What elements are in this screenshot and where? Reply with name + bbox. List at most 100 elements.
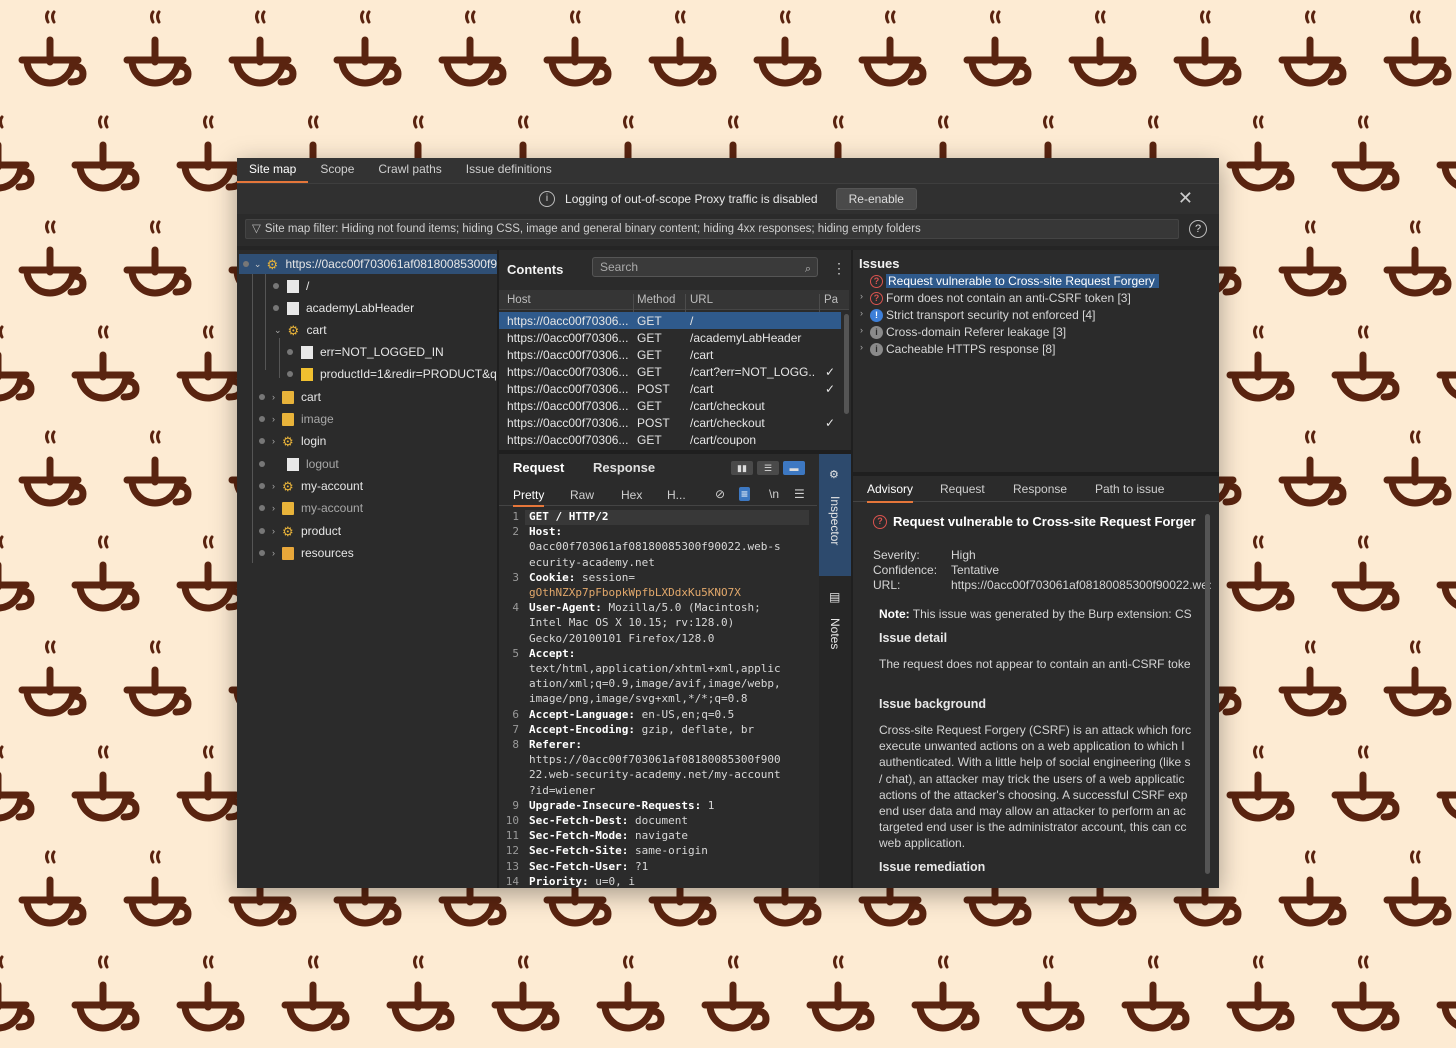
tree-root[interactable]: ⌄ ⚙ https://0acc00f703061af08180085300f9 xyxy=(239,254,497,274)
more-options-icon[interactable]: ⋮ xyxy=(832,260,846,277)
issue-item[interactable]: › i Cross-domain Referer leakage [3] xyxy=(857,325,1207,341)
row-params: ✓ xyxy=(825,416,836,430)
newline-toggle[interactable]: \n xyxy=(769,487,779,501)
tree-item-logout[interactable]: logout xyxy=(259,454,339,474)
notes-label: Notes xyxy=(828,618,842,650)
chevron-right-icon[interactable]: › xyxy=(272,526,275,536)
tab-inspector[interactable]: ⚙ Inspector xyxy=(819,454,851,576)
tab-pretty[interactable]: Pretty xyxy=(513,488,545,507)
header-value: en-US,en;q=0.5 xyxy=(634,707,735,721)
tab-raw[interactable]: Raw xyxy=(570,488,594,505)
issue-item[interactable]: ›? Form does not contain an anti-CSRF tok… xyxy=(857,291,1207,307)
table-row[interactable]: https://0acc00f70306... GET/cart/coupon xyxy=(499,431,841,446)
line-text: Host: xyxy=(529,525,562,538)
scrollbar[interactable] xyxy=(1205,514,1210,874)
chevron-right-icon[interactable]: › xyxy=(272,481,275,491)
column-params[interactable]: Pa xyxy=(824,294,838,306)
code-line: 13 Sec-Fetch-User: ?1 xyxy=(499,860,817,875)
chevron-right-icon[interactable]: › xyxy=(272,414,275,424)
issue-item[interactable]: ? Request vulnerable to Cross-site Reques… xyxy=(857,274,1207,290)
chevron-right-icon[interactable]: › xyxy=(860,342,863,352)
request-editor[interactable]: 1 GET / HTTP/2 2 Host: 0acc00f703061af081800… xyxy=(499,510,817,888)
tree-item-cart-folder[interactable]: › cart xyxy=(259,387,321,407)
tab-response[interactable]: Response xyxy=(593,460,655,475)
notes-icon: ▤ xyxy=(829,590,841,604)
split-vertical-icon[interactable]: ☰ xyxy=(757,461,779,475)
table-row[interactable]: https://0acc00f70306... GET/cart/checkout xyxy=(499,397,841,414)
menu-icon[interactable]: ☰ xyxy=(794,487,805,501)
hide-icon[interactable]: ⊘ xyxy=(715,487,725,501)
chevron-right-icon[interactable]: › xyxy=(860,291,863,301)
chevron-down-icon[interactable]: ⌄ xyxy=(254,259,262,270)
chevron-right-icon[interactable]: › xyxy=(860,325,863,335)
tree-item-root-path[interactable]: / xyxy=(273,276,309,296)
tree-item-err-not-logged-in[interactable]: err=NOT_LOGGED_IN xyxy=(287,342,444,362)
table-row[interactable]: https://0acc00f70306... GET/cart xyxy=(499,346,841,363)
column-method[interactable]: Method xyxy=(637,294,675,306)
table-row[interactable]: https://0acc00f70306... GET/academyLabHea… xyxy=(499,329,841,346)
background-line: end user data and may allow an attacker … xyxy=(879,804,1186,818)
chevron-right-icon[interactable]: › xyxy=(272,548,275,558)
background-line: / chat), an attacker may trick the users… xyxy=(879,771,1185,786)
background-line: authenticated. With a little help of soc… xyxy=(879,755,1191,770)
tree-item-academy-lab-header[interactable]: academyLabHeader xyxy=(273,298,414,318)
scrollbar[interactable] xyxy=(844,314,849,414)
split-horizontal-icon[interactable]: ▮▮ xyxy=(731,461,753,475)
tree-root-label: https://0acc00f703061af08180085300f9 xyxy=(285,257,497,271)
site-map-tree: ⌄ ⚙ https://0acc00f703061af08180085300f9… xyxy=(239,254,497,888)
table-row[interactable]: https://0acc00f70306... POST/cart ✓ xyxy=(499,380,841,397)
column-host[interactable]: Host xyxy=(507,294,531,306)
tree-item-product[interactable]: › ⚙ product xyxy=(259,521,341,541)
tab-site-map[interactable]: Site map xyxy=(237,162,309,183)
burp-target-window: Site map Scope Crawl paths Issue definit… xyxy=(237,158,1219,888)
line-text: Accept-Encoding: gzip, deflate, br xyxy=(529,723,754,736)
tab-hackvertor[interactable]: H... xyxy=(667,488,686,505)
divider xyxy=(237,246,1219,250)
severity-icon: i xyxy=(870,343,883,356)
line-text: text/html,application/xhtml+xml,applic xyxy=(529,662,781,675)
site-map-filter[interactable]: ▽ Site map filter: Hiding not found items… xyxy=(245,219,1179,239)
table-row[interactable]: https://0acc00f70306... POST/cart/checkou… xyxy=(499,414,841,431)
column-url[interactable]: URL xyxy=(690,294,713,306)
close-icon[interactable]: ✕ xyxy=(1178,188,1193,209)
code-line: 22.web-security-academy.net/my-account xyxy=(499,768,817,783)
tree-item-product-id[interactable]: productId=1&redir=PRODUCT&qu xyxy=(287,364,497,384)
re-enable-button[interactable]: Re-enable xyxy=(835,188,917,210)
chevron-right-icon[interactable]: › xyxy=(272,503,275,513)
tree-item-resources[interactable]: › resources xyxy=(259,543,354,563)
tree-item-my-account-gear[interactable]: › ⚙ my-account xyxy=(259,476,363,496)
search-input[interactable]: Search ⌕ xyxy=(592,257,818,277)
code-line: 10 Sec-Fetch-Dest: document xyxy=(499,814,817,829)
tab-issue-response[interactable]: Response xyxy=(1013,482,1067,501)
tree-item-my-account-folder[interactable]: › my-account xyxy=(259,498,363,518)
tab-path-to-issue[interactable]: Path to issue xyxy=(1095,482,1164,501)
tab-advisory[interactable]: Advisory xyxy=(867,482,914,503)
tree-item-image[interactable]: › image xyxy=(259,409,334,429)
tab-scope[interactable]: Scope xyxy=(308,162,366,183)
filter-text: Site map filter: Hiding not found items;… xyxy=(264,223,921,235)
tab-issue-definitions[interactable]: Issue definitions xyxy=(454,162,564,183)
chevron-right-icon[interactable]: › xyxy=(272,392,275,402)
table-row[interactable]: https://0acc00f70306... GET/cart?err=NOT_… xyxy=(499,363,841,380)
line-text: Priority: u=0, i xyxy=(529,875,635,888)
tab-notes[interactable]: ▤ Notes xyxy=(819,580,851,680)
line-text: Sec-Fetch-Mode: navigate xyxy=(529,829,688,842)
header-name: Upgrade-Insecure-Requests: xyxy=(529,798,702,812)
issue-item[interactable]: › i Cacheable HTTPS response [8] xyxy=(857,342,1207,358)
tab-issue-request[interactable]: Request xyxy=(940,482,985,501)
tree-item-cart-expanded[interactable]: ⌄ ⚙ cart xyxy=(273,320,327,340)
inspector-sidebar: ⚙ Inspector ▤ Notes xyxy=(819,454,851,888)
chevron-right-icon[interactable]: › xyxy=(272,436,275,446)
chevron-right-icon[interactable]: › xyxy=(860,308,863,318)
help-icon[interactable]: ? xyxy=(1189,220,1207,238)
tab-hex[interactable]: Hex xyxy=(621,488,642,505)
issue-item[interactable]: ›! Strict transport security not enforced… xyxy=(857,308,1207,324)
tree-item-label: cart xyxy=(306,323,327,337)
single-view-icon[interactable]: ▬ xyxy=(783,461,805,475)
tree-item-login[interactable]: › ⚙ login xyxy=(259,431,326,451)
tab-crawl-paths[interactable]: Crawl paths xyxy=(366,162,453,183)
wrap-lines-icon[interactable]: ≡ xyxy=(739,487,751,501)
chevron-down-icon[interactable]: ⌄ xyxy=(274,325,282,336)
table-row[interactable]: https://0acc00f70306... GET / xyxy=(499,312,841,329)
tab-request[interactable]: Request xyxy=(513,460,564,475)
